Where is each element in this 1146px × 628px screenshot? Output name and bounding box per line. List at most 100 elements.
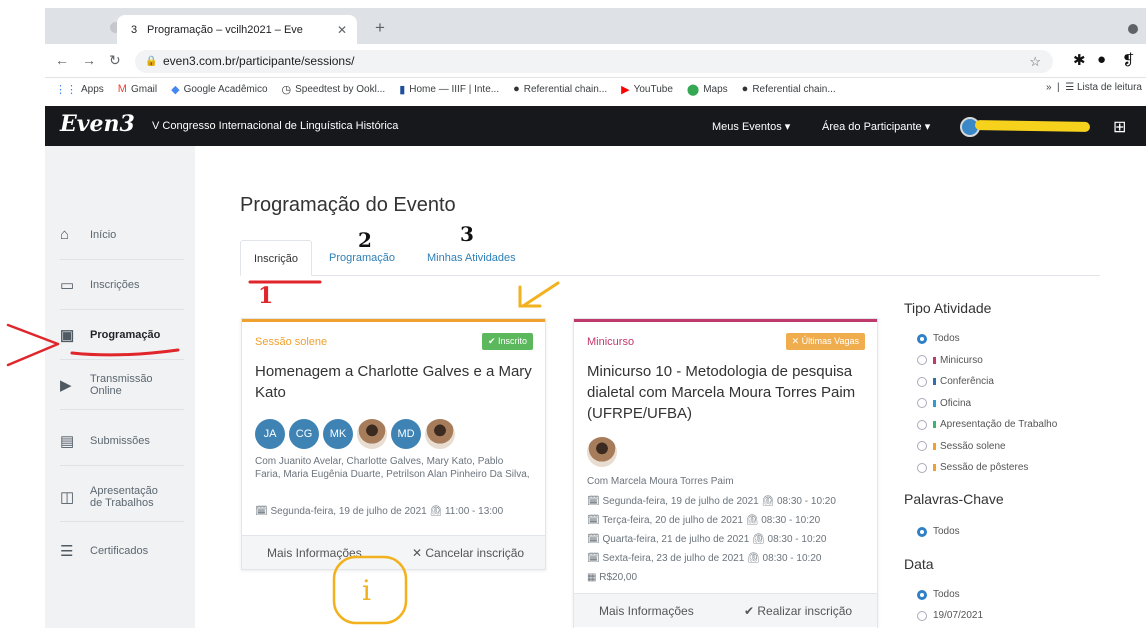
- browser-tabstrip: 3 Programação – vcilh2021 – Eve ✕ +: [45, 8, 1146, 44]
- even3-favicon-icon: 3: [130, 23, 138, 36]
- more-info-link[interactable]: Mais Informações: [267, 546, 362, 560]
- sidebar: ⌂ Início ▭ Inscrições ▣ Programação ▶ Tr…: [45, 146, 195, 628]
- sidebar-item-apresentacao[interactable]: ◫ Apresentação de Trabalhos: [60, 472, 184, 522]
- address-bar[interactable]: 🔒 even3.com.br/participante/sessions/ ☆: [135, 50, 1053, 73]
- close-tab-icon[interactable]: ✕: [337, 23, 347, 37]
- filter-option-type[interactable]: Sessão de pôsteres: [917, 462, 1028, 473]
- tab-inscricao[interactable]: Inscrição: [240, 240, 313, 276]
- radio-icon: [917, 419, 927, 430]
- avatar: MD: [391, 419, 421, 449]
- filter-option-type[interactable]: Minicurso: [917, 355, 983, 366]
- filter-option-type[interactable]: Todos: [917, 333, 960, 344]
- filter-option-date-todos[interactable]: Todos: [917, 589, 960, 600]
- radio-icon: [917, 526, 927, 537]
- sidebar-item-transmissao[interactable]: ▶ Transmissão Online: [60, 360, 184, 410]
- bookmark-item[interactable]: ◷ Speedtest by Ookl...: [282, 83, 386, 96]
- activity-title[interactable]: Homenagem a Charlotte Galves e a Mary Ka…: [255, 361, 540, 403]
- cancel-registration-button[interactable]: ✕ Cancelar inscrição: [412, 546, 524, 560]
- url-text: even3.com.br/participante/sessions/: [163, 54, 355, 68]
- maps-icon: ⬤: [686, 83, 700, 96]
- profile-icon[interactable]: [1128, 24, 1138, 34]
- bookmark-item[interactable]: ◆ Google Acadêmico: [171, 83, 267, 96]
- register-button[interactable]: ✔ Realizar inscrição: [744, 604, 852, 618]
- even3-logo[interactable]: Even3: [60, 111, 135, 137]
- annotation-info: i: [362, 574, 371, 607]
- activity-title[interactable]: Minicurso 10 - Metodologia de pesquisa d…: [587, 361, 872, 424]
- calendar-icon: ▣: [60, 326, 75, 344]
- sidebar-item-programacao[interactable]: ▣ Programação: [60, 310, 184, 360]
- filter-option-type[interactable]: Oficina: [917, 398, 971, 409]
- browser-toolbar: ← → ↻ 🔒 even3.com.br/participante/sessio…: [45, 44, 1146, 78]
- bookmark-item[interactable]: ● Referential chain...: [742, 83, 836, 95]
- globe-icon: ●: [513, 83, 520, 95]
- type-color-marker: [933, 356, 936, 364]
- presentation-icon: ◫: [60, 488, 75, 506]
- radio-icon: [917, 610, 927, 621]
- apps-grid-icon: ⋮⋮: [55, 83, 77, 96]
- filter-option-date[interactable]: 19/07/2021: [917, 610, 983, 621]
- activity-card[interactable]: Sessão solene ✔ Inscrito Homenagem a Cha…: [241, 318, 546, 570]
- sidebar-item-inscricoes[interactable]: ▭ Inscrições: [60, 260, 184, 310]
- sidebar-item-submissoes[interactable]: ▤ Submissões: [60, 416, 184, 466]
- card-footer: Mais Informações ✔ Realizar inscrição: [574, 593, 877, 627]
- speedtest-icon: ◷: [281, 83, 292, 96]
- card-footer: Mais Informações ✕ Cancelar inscrição: [242, 535, 545, 569]
- home-icon: ⌂: [60, 226, 70, 243]
- speaker-avatars: [587, 437, 617, 467]
- avatar: [425, 419, 455, 449]
- apps-grid-icon[interactable]: ⊞: [1113, 117, 1126, 137]
- schedule-line: 🗓 Terça-feira, 20 de julho de 2021 ⏲ 08:…: [587, 515, 821, 526]
- my-events-menu[interactable]: Meus Eventos ▾: [712, 120, 790, 133]
- sidebar-item-inicio[interactable]: ⌂ Início: [60, 210, 184, 260]
- scholar-icon: ◆: [171, 83, 180, 96]
- bookmark-item[interactable]: M Gmail: [118, 83, 157, 95]
- type-color-marker: [933, 378, 936, 385]
- filter-type-title: Tipo Atividade: [904, 300, 992, 316]
- activity-type: Sessão solene: [255, 336, 328, 348]
- event-name[interactable]: V Congresso Internacional de Linguística…: [152, 120, 398, 132]
- screenshot: 3 Programação – vcilh2021 – Eve ✕ + ← → …: [0, 0, 1146, 628]
- filter-option-keyword-todos[interactable]: Todos: [917, 526, 960, 537]
- schedule-line: 🗓 Sexta-feira, 23 de julho de 2021 ⏲ 08:…: [587, 553, 822, 564]
- participant-area-menu[interactable]: Área do Participante ▾: [822, 120, 930, 133]
- certificate-icon: ☰: [60, 543, 74, 560]
- reload-icon[interactable]: ↻: [109, 52, 121, 69]
- browser-tab[interactable]: 3 Programação – vcilh2021 – Eve ✕: [117, 15, 357, 44]
- more-info-link[interactable]: Mais Informações: [599, 604, 694, 618]
- ticket-icon: ▭: [60, 276, 75, 294]
- activity-type: Minicurso: [587, 336, 635, 348]
- avatar: JA: [255, 419, 285, 449]
- bookmark-item[interactable]: ● Referential chain...: [513, 83, 607, 95]
- avatar: [357, 419, 387, 449]
- reading-list[interactable]: » | ☰ Lista de leitura: [1046, 82, 1142, 93]
- bookmark-item[interactable]: ▶ YouTube: [621, 83, 673, 96]
- filter-option-type[interactable]: Apresentação de Trabalho: [917, 419, 1057, 430]
- bookmark-item[interactable]: ⋮⋮ Apps: [55, 83, 104, 96]
- filter-option-type[interactable]: Conferência: [917, 376, 994, 387]
- filter-date-title: Data: [904, 556, 934, 572]
- bookmark-star-icon[interactable]: ☆: [1029, 50, 1041, 73]
- bookmark-item[interactable]: ▮ Home — IIIF | Inte...: [399, 83, 499, 96]
- back-icon[interactable]: ←: [55, 52, 69, 68]
- play-icon: ▶: [60, 376, 72, 394]
- extension-pin-icon[interactable]: ❡: [1122, 51, 1135, 69]
- filter-option-type[interactable]: Sessão solene: [917, 441, 1006, 452]
- card-topbar: [242, 319, 545, 322]
- sidebar-item-certificados[interactable]: ☰ Certificados: [60, 526, 184, 576]
- extensions-puzzle-icon[interactable]: ✱: [1073, 51, 1086, 69]
- bookmarks-bar: ⋮⋮ Apps M Gmail ◆ Google Acadêmico ◷ Speedtest …: [45, 78, 1146, 100]
- radio-icon: [917, 398, 927, 408]
- extension-dark-icon[interactable]: ●: [1097, 51, 1106, 68]
- schedule-line: 🗓 Segunda-feira, 19 de julho de 2021 ⏲ 0…: [587, 496, 836, 507]
- activity-card[interactable]: Minicurso ✕ Últimas Vagas Minicurso 10 -…: [573, 318, 878, 628]
- annotation-number-2: 2: [358, 228, 372, 252]
- filter-keywords-title: Palavras-Chave: [904, 491, 1004, 507]
- radio-icon: [917, 462, 927, 473]
- bookmark-item[interactable]: ⬤ Maps: [687, 83, 728, 96]
- new-tab-icon[interactable]: +: [375, 18, 385, 38]
- card-topbar: [574, 319, 877, 322]
- type-color-marker: [933, 421, 936, 428]
- type-color-marker: [933, 442, 936, 450]
- forward-icon[interactable]: →: [82, 52, 96, 68]
- avatar: CG: [289, 419, 319, 449]
